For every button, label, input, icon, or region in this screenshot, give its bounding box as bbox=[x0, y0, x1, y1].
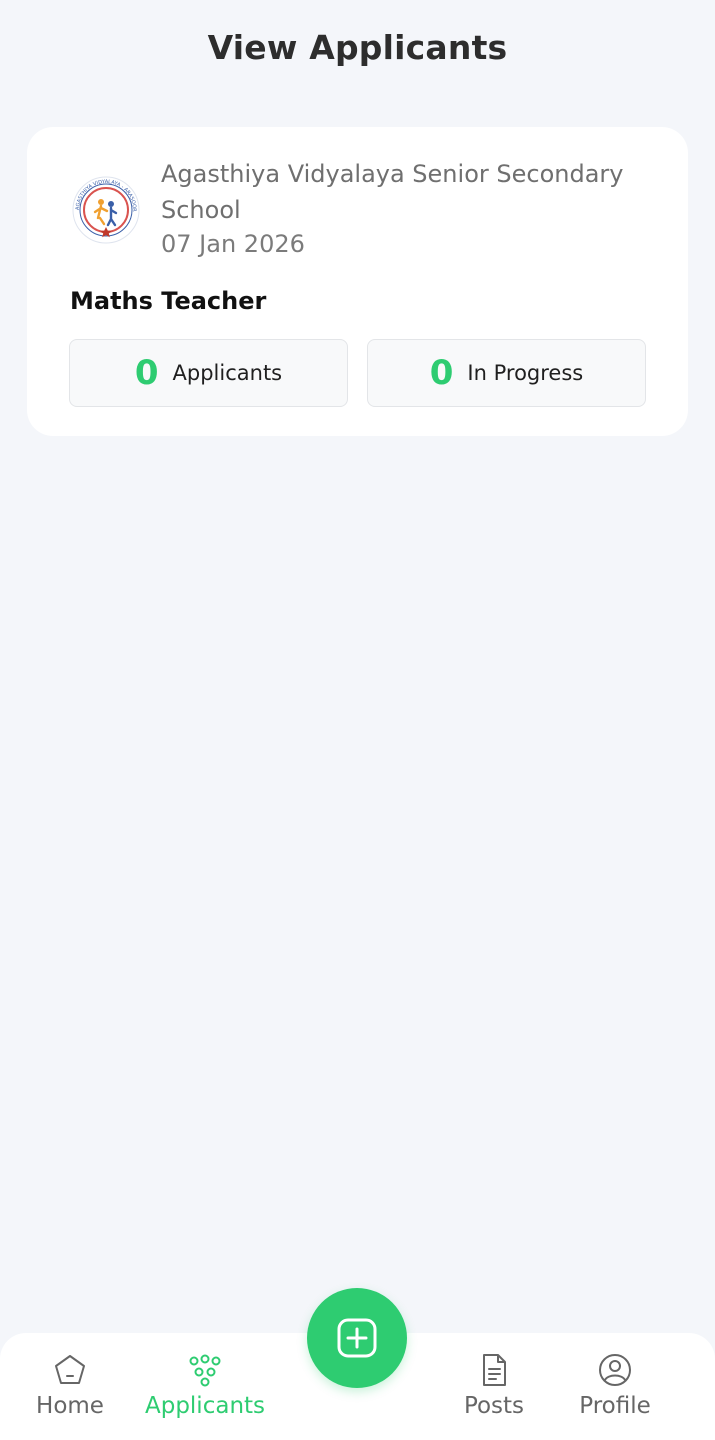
user-circle-icon bbox=[596, 1351, 634, 1389]
plus-square-icon bbox=[337, 1318, 377, 1358]
job-title: Maths Teacher bbox=[70, 287, 267, 315]
people-icon bbox=[186, 1351, 224, 1389]
nav-posts-label: Posts bbox=[463, 1393, 525, 1419]
add-post-button[interactable] bbox=[307, 1288, 407, 1388]
nav-applicants[interactable]: Applicants bbox=[140, 1351, 270, 1419]
page-title: View Applicants bbox=[207, 28, 508, 67]
nav-profile-label: Profile bbox=[579, 1393, 651, 1419]
applicants-label: Applicants bbox=[172, 361, 283, 385]
in-progress-label: In Progress bbox=[467, 361, 584, 385]
job-card[interactable]: AGASTHIYA VIDYALAYA - ARASOOR - VANDAVAS… bbox=[27, 127, 688, 436]
nav-applicants-label: Applicants bbox=[144, 1393, 266, 1419]
nav-posts[interactable]: Posts bbox=[454, 1351, 534, 1419]
applicants-count: 0 bbox=[134, 353, 159, 393]
in-progress-stat-button[interactable]: 0 In Progress bbox=[367, 339, 646, 407]
in-progress-count: 0 bbox=[429, 353, 454, 393]
school-logo: AGASTHIYA VIDYALAYA - ARASOOR - VANDAVAS… bbox=[71, 175, 140, 244]
view-applicants-screen: View Applicants AGASTHIYA VIDYALAYA - AR… bbox=[0, 0, 715, 1440]
document-icon bbox=[475, 1351, 513, 1389]
nav-home-label: Home bbox=[36, 1393, 104, 1419]
nav-profile[interactable]: Profile bbox=[570, 1351, 660, 1419]
nav-home[interactable]: Home bbox=[30, 1351, 110, 1419]
post-date: 07 Jan 2026 bbox=[161, 230, 305, 258]
school-name: Agasthiya Vidyalaya Senior Secondary Sch… bbox=[161, 160, 624, 224]
applicants-stat-button[interactable]: 0 Applicants bbox=[69, 339, 348, 407]
home-icon bbox=[51, 1351, 89, 1389]
